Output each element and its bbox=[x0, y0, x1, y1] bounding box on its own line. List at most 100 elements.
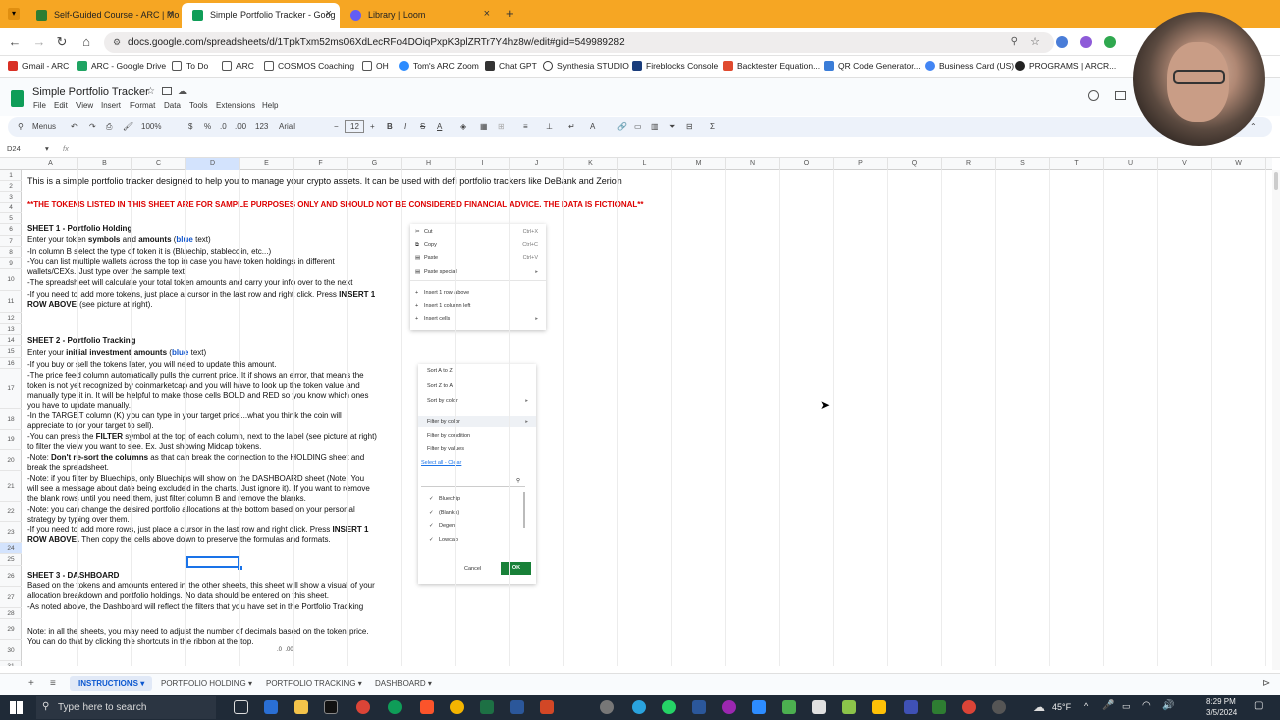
home-icon[interactable]: ⌂ bbox=[77, 33, 95, 51]
menu-data[interactable]: Data bbox=[164, 101, 181, 110]
row-header-13[interactable]: 13 bbox=[0, 324, 22, 335]
column-header-l[interactable]: L bbox=[618, 158, 672, 170]
bookmark-star-icon[interactable]: ☆ bbox=[1030, 35, 1040, 48]
column-header-q[interactable]: Q bbox=[888, 158, 942, 170]
tray-chevron-icon[interactable]: ^ bbox=[1084, 701, 1088, 711]
row-header-2[interactable]: 2 bbox=[0, 181, 22, 192]
column-header-o[interactable]: O bbox=[780, 158, 834, 170]
row-header-22[interactable]: 22 bbox=[0, 502, 22, 522]
row-header-28[interactable]: 28 bbox=[0, 608, 22, 619]
menu-extensions[interactable]: Extensions bbox=[216, 101, 255, 110]
brave-icon[interactable] bbox=[420, 700, 434, 714]
zoom-select[interactable]: 100% bbox=[141, 122, 161, 131]
print-icon[interactable]: ⎙ bbox=[106, 122, 112, 132]
document-title[interactable]: Simple Portfolio Tracker bbox=[32, 86, 149, 98]
row-header-17[interactable]: 17 bbox=[0, 369, 22, 409]
menu-file[interactable]: File bbox=[33, 101, 46, 110]
app-icon[interactable] bbox=[992, 700, 1006, 714]
percent-format-icon[interactable]: % bbox=[204, 122, 211, 131]
redo-icon[interactable]: ↷ bbox=[89, 122, 96, 131]
row-header-8[interactable]: 8 bbox=[0, 247, 22, 258]
row-header-4[interactable]: 4 bbox=[0, 203, 22, 213]
app-icon[interactable] bbox=[812, 700, 826, 714]
star-icon[interactable]: ☆ bbox=[146, 86, 155, 97]
bookmark-item[interactable]: PROGRAMS | ARCR... bbox=[1015, 61, 1116, 71]
cell-a9[interactable]: -The spreadsheet will calculate your tot… bbox=[27, 278, 353, 288]
currency-format-icon[interactable]: $ bbox=[188, 122, 192, 131]
column-header-r[interactable]: R bbox=[942, 158, 996, 170]
store-icon[interactable] bbox=[264, 700, 278, 714]
row-header-15[interactable]: 15 bbox=[0, 346, 22, 358]
row-header-9[interactable]: 9 bbox=[0, 258, 22, 269]
cell-a25[interactable]: SHEET 3 - DASHBOARD bbox=[27, 571, 119, 581]
link-icon[interactable]: 🔗 bbox=[617, 122, 627, 131]
column-header-i[interactable]: I bbox=[456, 158, 510, 170]
font-size-increase-icon[interactable]: + bbox=[370, 122, 375, 131]
column-header-t[interactable]: T bbox=[1050, 158, 1104, 170]
column-header-j[interactable]: J bbox=[510, 158, 564, 170]
italic-icon[interactable]: I bbox=[404, 122, 406, 131]
forward-icon[interactable]: → bbox=[30, 33, 48, 51]
undo-icon[interactable]: ↶ bbox=[71, 122, 78, 131]
row-header-14[interactable]: 14 bbox=[0, 335, 22, 346]
excel-icon[interactable] bbox=[480, 700, 494, 714]
weather-cloud-icon[interactable]: ☁ bbox=[1033, 700, 1045, 714]
app-icon[interactable] bbox=[722, 700, 736, 714]
menu-help[interactable]: Help bbox=[262, 101, 278, 110]
close-icon[interactable]: × bbox=[484, 8, 490, 20]
column-header-g[interactable]: G bbox=[348, 158, 402, 170]
cell-a14[interactable]: Enter your initial investment amounts (b… bbox=[27, 348, 206, 358]
search-menus-icon[interactable]: ⚲ bbox=[18, 122, 24, 131]
comment-icon[interactable]: ▭ bbox=[634, 122, 642, 131]
row-header-10[interactable]: 10 bbox=[0, 269, 22, 291]
network-icon[interactable]: ▭ bbox=[1122, 701, 1131, 712]
text-color-icon[interactable]: A bbox=[437, 122, 442, 131]
windows-start-icon[interactable] bbox=[10, 701, 23, 714]
text-wrap-icon[interactable]: ↵ bbox=[568, 122, 575, 131]
vertical-align-icon[interactable]: ⊥ bbox=[546, 122, 553, 131]
browser-tab-loom[interactable]: Library | Loom × bbox=[340, 3, 498, 28]
url-field[interactable]: ⚙ docs.google.com/spreadsheets/d/1TpkTxm… bbox=[104, 32, 1054, 53]
row-header-12[interactable]: 12 bbox=[0, 313, 22, 324]
sheets-logo-icon[interactable] bbox=[11, 90, 24, 107]
column-header-m[interactable]: M bbox=[672, 158, 726, 170]
sheet-tab-portfolio-holding[interactable]: PORTFOLIO HOLDING ▾ bbox=[161, 679, 252, 688]
taskbar-search-field[interactable]: ⚲ Type here to search bbox=[36, 696, 216, 719]
cell-a5[interactable]: SHEET 1 - Portfolio Holding bbox=[27, 224, 132, 234]
explore-icon[interactable]: ⊳ bbox=[1262, 678, 1270, 689]
decrease-decimal-icon[interactable]: .0 bbox=[220, 122, 227, 131]
bookmark-item[interactable]: Fireblocks Console bbox=[632, 61, 718, 71]
browser-tab-course[interactable]: Self-Guided Course - ARC | Mo × bbox=[26, 3, 182, 28]
text-rotation-icon[interactable]: A bbox=[590, 122, 595, 131]
row-header-27[interactable]: 27 bbox=[0, 587, 22, 608]
column-header-e[interactable]: E bbox=[240, 158, 294, 170]
app-icon[interactable] bbox=[904, 700, 918, 714]
row-header-29[interactable]: 29 bbox=[0, 619, 22, 640]
cell-a26[interactable]: Based on the tokens and amounts entered … bbox=[27, 581, 375, 601]
column-header-d[interactable]: D bbox=[186, 158, 240, 170]
scroll-thumb[interactable] bbox=[1274, 172, 1278, 190]
row-header-23[interactable]: 23 bbox=[0, 522, 22, 543]
column-header-v[interactable]: V bbox=[1158, 158, 1212, 170]
zoom-icon[interactable]: ⚲ bbox=[1011, 36, 1018, 47]
all-sheets-icon[interactable]: ≡ bbox=[50, 678, 56, 689]
row-header-26[interactable]: 26 bbox=[0, 566, 22, 587]
column-header-b[interactable]: B bbox=[78, 158, 132, 170]
clock-time[interactable]: 8:29 PM bbox=[1206, 697, 1236, 706]
row-header-7[interactable]: 7 bbox=[0, 236, 22, 247]
cell-a22[interactable]: -If you need to add more rows, just plac… bbox=[27, 525, 368, 545]
row-header-16[interactable]: 16 bbox=[0, 358, 22, 369]
row-header-31[interactable]: 31 bbox=[0, 661, 22, 666]
row-header-3[interactable]: 3 bbox=[0, 192, 22, 203]
bookmark-item[interactable]: Tom's ARC Zoom bbox=[399, 61, 479, 71]
comments-icon[interactable] bbox=[1115, 91, 1126, 100]
bookmark-item[interactable]: Chat GPT bbox=[485, 61, 537, 71]
bookmark-item[interactable]: QR Code Generator... bbox=[824, 61, 921, 71]
microphone-icon[interactable]: 🎤 bbox=[1102, 700, 1114, 711]
bookmark-item[interactable]: Business Card (US) bbox=[925, 61, 1014, 71]
task-view-icon[interactable] bbox=[234, 700, 248, 714]
row-header-24[interactable]: 24 bbox=[0, 543, 22, 554]
chrome-icon[interactable] bbox=[356, 700, 370, 714]
column-header-a[interactable]: A bbox=[24, 158, 78, 170]
reload-icon[interactable]: ↻ bbox=[53, 33, 71, 51]
